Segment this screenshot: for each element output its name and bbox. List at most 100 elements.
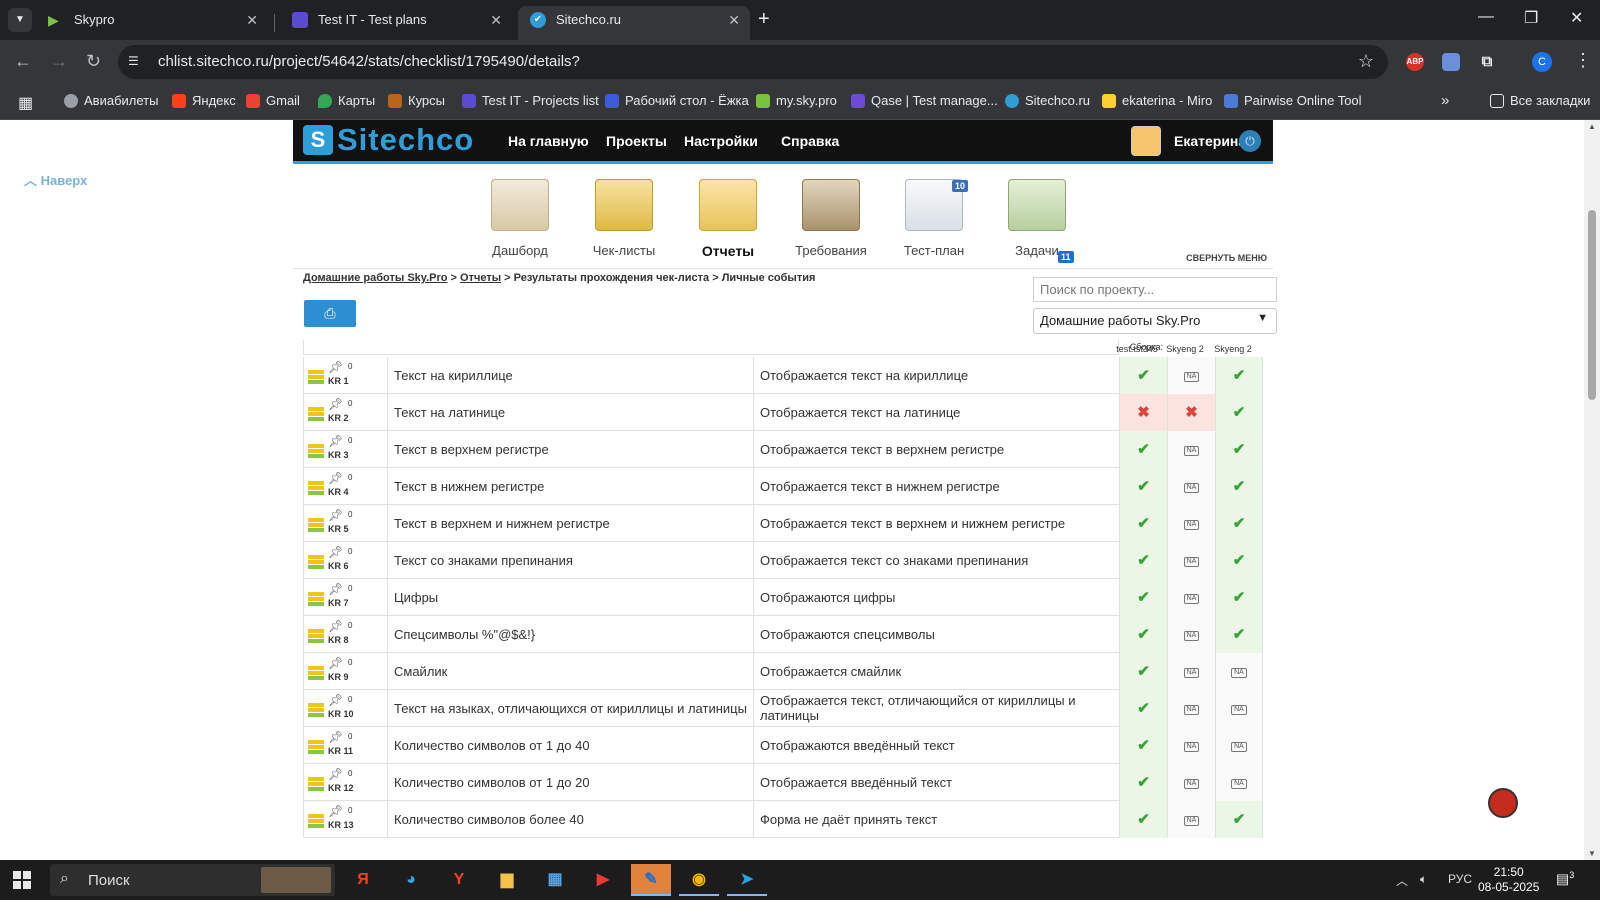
input-language[interactable]: РУС [1448, 872, 1472, 886]
table-row[interactable]: 📌︎ 0 KR 1 Текст на кириллице Отображается те… [303, 357, 1263, 394]
table-row[interactable]: 📌︎ 0 KR 8 Спецсимволы %"@$&!} Отображаются с… [303, 616, 1263, 653]
notifications-icon[interactable]: ▤3 [1556, 870, 1574, 888]
pin-icon[interactable]: 📌︎ [328, 693, 343, 707]
result-cell-na[interactable]: NA [1215, 764, 1263, 801]
bookmark-item[interactable]: Авиабилеты [64, 93, 158, 108]
restore-icon[interactable]: ❐ [1524, 8, 1538, 28]
menu-dashboard[interactable]: Дашборд [475, 179, 565, 258]
result-cell-na[interactable]: NA [1167, 505, 1215, 542]
apps-grid-icon[interactable]: ▦ [18, 93, 33, 113]
bookmark-item[interactable]: Gmail [246, 93, 300, 108]
nav-settings[interactable]: Настройки [684, 133, 758, 149]
result-cell-pass[interactable]: ✔ [1119, 764, 1167, 801]
result-cell-na[interactable]: NA [1167, 653, 1215, 690]
close-window-icon[interactable]: ✕ [1570, 8, 1583, 28]
result-cell-na[interactable]: NA [1167, 431, 1215, 468]
pin-icon[interactable]: 📌︎ [328, 804, 343, 818]
result-cell-pass[interactable]: ✔ [1119, 690, 1167, 727]
result-cell-pass[interactable]: ✔ [1215, 579, 1263, 616]
new-tab-button[interactable]: + [758, 8, 770, 30]
table-row[interactable]: 📌︎ 0 KR 4 Текст в нижнем регистре Отображает… [303, 468, 1263, 505]
result-cell-na[interactable]: NA [1167, 357, 1215, 394]
bookmark-item[interactable]: ekaterina - Miro [1102, 93, 1212, 108]
tray-chevron-icon[interactable]: ︿ [1396, 872, 1408, 889]
result-cell-na[interactable]: NA [1167, 579, 1215, 616]
menu-testplan[interactable]: 10 Тест-план [889, 179, 979, 258]
edge-icon[interactable]: ◕ [391, 864, 431, 896]
table-row[interactable]: 📌︎ 0 KR 2 Текст на латинице Отображается тек… [303, 394, 1263, 431]
pin-icon[interactable]: 📌︎ [328, 656, 343, 670]
result-cell-na[interactable]: NA [1215, 653, 1263, 690]
breadcrumb-home-link[interactable]: Домашние работы Sky.Pro [303, 272, 447, 284]
menu-tasks[interactable]: Задачи 11 [992, 179, 1082, 263]
bookmark-item[interactable]: my.sky.pro [756, 93, 837, 108]
tab-testit[interactable]: Test IT - Test plans ✕ [280, 6, 512, 40]
result-cell-na[interactable]: NA [1167, 801, 1215, 838]
page-scrollbar[interactable]: ▲ ▼ [1584, 120, 1600, 860]
user-avatar[interactable] [1131, 126, 1161, 156]
forward-icon[interactable]: → [50, 50, 68, 72]
pin-icon[interactable]: 📌︎ [328, 545, 343, 559]
result-cell-fail[interactable]: ✖ [1167, 394, 1215, 431]
profile-avatar[interactable]: C [1532, 52, 1552, 72]
collapse-menu-link[interactable]: СВЕРНУТЬ МЕНЮ [1186, 253, 1267, 263]
scrollbar-thumb[interactable] [1588, 210, 1596, 400]
table-row[interactable]: 📌︎ 0 KR 9 Смайлик Отображается смайлик ✔ NA NA [303, 653, 1263, 690]
extension-icon[interactable] [1442, 53, 1460, 71]
result-cell-na[interactable]: NA [1215, 690, 1263, 727]
nav-home[interactable]: На главную [508, 133, 589, 149]
chrome-icon[interactable]: ◉ [679, 864, 719, 896]
tab-sitechco[interactable]: ✔ Sitechco.ru ✕ [518, 6, 750, 40]
result-cell-pass[interactable]: ✔ [1119, 357, 1167, 394]
nav-projects[interactable]: Проекты [606, 133, 667, 149]
table-row[interactable]: 📌︎ 0 KR 12 Количество символов от 1 до 20 От… [303, 764, 1263, 801]
result-cell-pass[interactable]: ✔ [1215, 468, 1263, 505]
bookmark-item[interactable]: Qase | Test manage... [851, 93, 998, 108]
taskbar-search[interactable]: ⌕ Поиск [50, 864, 335, 896]
table-row[interactable]: 📌︎ 0 KR 6 Текст со знаками препинания Отобра… [303, 542, 1263, 579]
address-bar[interactable]: ☰ chlist.sitechco.ru/project/54642/stats… [118, 45, 1388, 79]
scroll-down-icon[interactable]: ▼ [1588, 849, 1596, 858]
result-cell-pass[interactable]: ✔ [1119, 431, 1167, 468]
table-row[interactable]: 📌︎ 0 KR 11 Количество символов от 1 до 40 От… [303, 727, 1263, 764]
bookmark-star-icon[interactable]: ☆ [1358, 51, 1374, 72]
project-search-input[interactable]: Поиск по проекту... [1033, 277, 1277, 302]
result-cell-pass[interactable]: ✔ [1215, 357, 1263, 394]
result-cell-na[interactable]: NA [1167, 542, 1215, 579]
browser-menu-icon[interactable]: ⋮ [1574, 50, 1592, 71]
result-cell-na[interactable]: NA [1167, 764, 1215, 801]
result-cell-pass[interactable]: ✔ [1215, 801, 1263, 838]
pin-icon[interactable]: 📌︎ [328, 508, 343, 522]
bookmark-item[interactable]: Sitechco.ru [1005, 93, 1090, 108]
result-cell-pass[interactable]: ✔ [1119, 653, 1167, 690]
user-name[interactable]: Екатерина [1174, 133, 1246, 149]
all-bookmarks[interactable]: Все закладки [1490, 93, 1590, 108]
menu-requirements[interactable]: Требования [786, 179, 876, 258]
table-row[interactable]: 📌︎ 0 KR 3 Текст в верхнем регистре Отображае… [303, 431, 1263, 468]
result-cell-pass[interactable]: ✔ [1119, 579, 1167, 616]
result-cell-na[interactable]: NA [1167, 616, 1215, 653]
bug-report-icon[interactable] [1488, 788, 1518, 818]
table-row[interactable]: 📌︎ 0 KR 7 Цифры Отображаются цифры ✔ NA ✔ [303, 579, 1263, 616]
result-cell-pass[interactable]: ✔ [1119, 542, 1167, 579]
paint-app-icon[interactable]: ✎ [631, 864, 671, 896]
url-text[interactable]: chlist.sitechco.ru/project/54642/stats/c… [158, 53, 580, 70]
menu-reports[interactable]: Отчеты [683, 179, 773, 259]
windows-start-icon[interactable] [13, 871, 31, 889]
result-cell-pass[interactable]: ✔ [1119, 801, 1167, 838]
nav-help[interactable]: Справка [781, 133, 839, 149]
result-cell-pass[interactable]: ✔ [1119, 505, 1167, 542]
result-cell-pass[interactable]: ✔ [1119, 468, 1167, 505]
bookmark-item[interactable]: Pairwise Online Tool [1224, 93, 1362, 108]
pin-icon[interactable]: 📌︎ [328, 582, 343, 596]
result-cell-pass[interactable]: ✔ [1215, 542, 1263, 579]
bookmark-item[interactable]: Яндекс [172, 93, 236, 108]
result-cell-na[interactable]: NA [1215, 727, 1263, 764]
site-info-icon[interactable]: ☰ [128, 54, 144, 70]
result-cell-pass[interactable]: ✔ [1215, 505, 1263, 542]
pin-icon[interactable]: 📌︎ [328, 471, 343, 485]
logout-power-icon[interactable]: ⏻ [1239, 130, 1261, 152]
result-cell-pass[interactable]: ✔ [1119, 727, 1167, 764]
volume-icon[interactable]: 🔈︎ [1420, 872, 1427, 887]
result-cell-pass[interactable]: ✔ [1215, 431, 1263, 468]
